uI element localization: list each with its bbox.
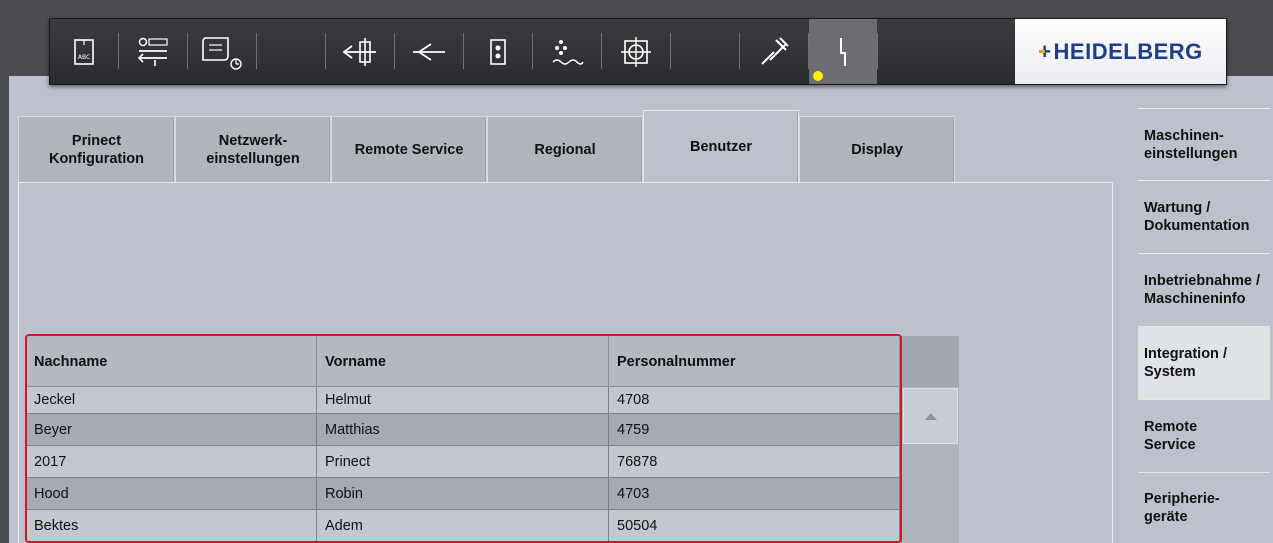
- cell-vorname: Adem: [317, 510, 609, 541]
- print-to-paper-icon[interactable]: [119, 19, 187, 84]
- dampening-icon[interactable]: [533, 19, 601, 84]
- sidebar-item-maschineneinstellungen[interactable]: Maschinen- einstellungen: [1138, 108, 1270, 180]
- tab-display[interactable]: Display: [799, 116, 955, 182]
- sidebar-item-peripheriegeraete[interactable]: Peripherie- geräte: [1138, 472, 1270, 543]
- scrollbar-header: [901, 336, 959, 387]
- table-row[interactable]: Hood Robin 4703: [26, 478, 900, 510]
- cell-personalnummer: 4708: [609, 387, 900, 413]
- service-icon[interactable]: [809, 19, 877, 84]
- cell-nachname: Hood: [26, 478, 317, 509]
- cell-personalnummer: 4759: [609, 414, 900, 445]
- job-queue-icon[interactable]: [188, 19, 256, 84]
- cell-personalnummer: 50504: [609, 510, 900, 541]
- cell-vorname: Prinect: [317, 446, 609, 477]
- sidebar-item-label: Peripherie- geräte: [1144, 491, 1220, 525]
- cell-personalnummer: 76878: [609, 446, 900, 477]
- table-row[interactable]: Jeckel Helmut 4708: [26, 387, 900, 414]
- feeder-icon[interactable]: [326, 19, 394, 84]
- sidebar-item-remote-service[interactable]: Remote Service: [1138, 399, 1270, 472]
- user-table: Nachname Vorname Personalnummer Jeckel H…: [26, 336, 959, 543]
- infeed-icon[interactable]: [395, 19, 463, 84]
- cell-personalnummer: 4703: [609, 478, 900, 509]
- cell-vorname: Helmut: [317, 387, 609, 413]
- cell-vorname: Matthias: [317, 414, 609, 445]
- tab-label: Remote Service: [354, 141, 464, 158]
- job-data-icon[interactable]: ABC: [50, 19, 118, 84]
- sidebar-item-wartung-dokumentation[interactable]: Wartung / Dokumentation: [1138, 180, 1270, 253]
- column-header-nachname[interactable]: Nachname: [26, 336, 317, 387]
- tab-regional[interactable]: Regional: [487, 116, 643, 182]
- tab-remote-service[interactable]: Remote Service: [331, 116, 487, 182]
- tab-benutzer[interactable]: Benutzer: [643, 110, 799, 183]
- tab-prinect-konfiguration[interactable]: Prinect Konfiguration: [18, 116, 175, 182]
- maintenance-icon[interactable]: [740, 19, 808, 84]
- sidebar-item-integration-system[interactable]: Integration / System: [1138, 326, 1270, 399]
- printing-unit-icon[interactable]: [464, 19, 532, 84]
- column-header-personalnummer[interactable]: Personalnummer: [609, 336, 900, 387]
- tab-label: Prinect Konfiguration: [48, 132, 145, 167]
- table-header: Nachname Vorname Personalnummer: [26, 336, 900, 387]
- status-led: [813, 71, 823, 81]
- sidebar-item-inbetriebnahme[interactable]: Inbetriebnahme / Maschineninfo: [1138, 253, 1270, 326]
- top-toolbar: ABC + HEIDELBERG: [49, 18, 1227, 85]
- scroll-up-button[interactable]: [903, 388, 958, 444]
- sidebar-item-label: Wartung / Dokumentation: [1144, 200, 1250, 234]
- cell-nachname: Jeckel: [26, 387, 317, 413]
- tab-label: Display: [851, 141, 903, 158]
- register-icon[interactable]: [602, 19, 670, 84]
- sidebar-item-label: Inbetriebnahme / Maschineninfo: [1144, 273, 1261, 307]
- table-row[interactable]: 2017 Prinect 76878: [26, 446, 900, 478]
- column-header-vorname[interactable]: Vorname: [317, 336, 609, 387]
- svg-text:ABC: ABC: [78, 54, 90, 61]
- cell-nachname: Beyer: [26, 414, 317, 445]
- triangle-up-icon: [924, 413, 937, 420]
- logo-plus-icon: +: [1038, 38, 1052, 64]
- tab-label: Netzwerk- einstellungen: [206, 132, 300, 167]
- logo-text: HEIDELBERG: [1053, 38, 1203, 64]
- sidebar-item-label: Integration / System: [1144, 346, 1227, 380]
- tab-label: Regional: [534, 141, 596, 158]
- tab-netzwerkeinstellungen[interactable]: Netzwerk- einstellungen: [175, 116, 331, 182]
- table-body: Jeckel Helmut 4708 Beyer Matthias 4759 2…: [26, 387, 900, 542]
- cell-nachname: 2017: [26, 446, 317, 477]
- table-row[interactable]: Bektes Adem 50504: [26, 510, 900, 542]
- sidebar-item-label: Maschinen- einstellungen: [1144, 127, 1238, 162]
- cell-vorname: Robin: [317, 478, 609, 509]
- cell-nachname: Bektes: [26, 510, 317, 541]
- heidelberg-logo: + HEIDELBERG: [1015, 19, 1226, 84]
- tab-label: Benutzer: [689, 139, 753, 155]
- table-row[interactable]: Beyer Matthias 4759: [26, 414, 900, 446]
- sidebar-item-label: Remote Service: [1144, 419, 1198, 453]
